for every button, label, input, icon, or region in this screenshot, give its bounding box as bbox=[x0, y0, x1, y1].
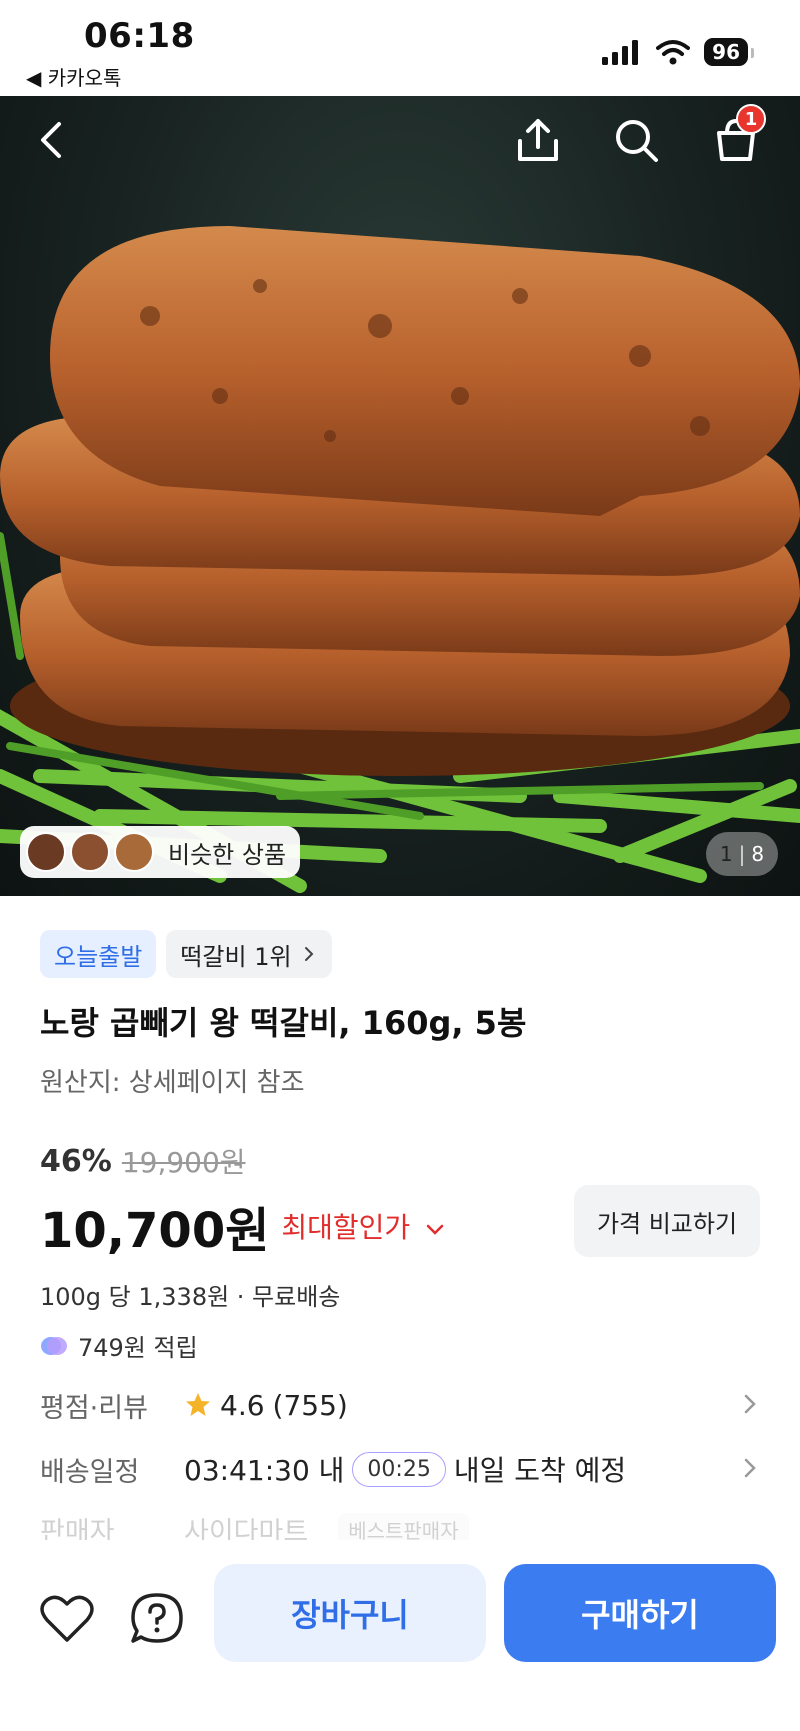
back-to-app-link[interactable]: ◀ 카카오톡 bbox=[26, 62, 121, 91]
original-price: 19,900원 bbox=[121, 1146, 246, 1179]
star-icon bbox=[186, 1393, 210, 1416]
max-discount-toggle[interactable]: 최대할인가 bbox=[281, 1206, 445, 1246]
buy-now-button[interactable]: 구매하기 bbox=[504, 1564, 776, 1662]
similar-thumb bbox=[70, 832, 110, 872]
image-page-indicator: 1 | 8 bbox=[706, 832, 778, 876]
bottom-action-bar: 장바구니 구매하기 bbox=[0, 1540, 800, 1731]
rating-value-group: 4.6 (755) bbox=[184, 1389, 348, 1422]
battery-indicator: 96 bbox=[704, 38, 754, 66]
heart-icon bbox=[40, 1595, 94, 1642]
delivery-cutoff: 03:41:30 내 bbox=[184, 1454, 345, 1487]
review-count: (755) bbox=[272, 1388, 348, 1422]
product-tags: 오늘출발 떡갈비 1위 bbox=[40, 930, 760, 978]
product-info: 오늘출발 떡갈비 1위 노랑 곱빼기 왕 떡갈비, 160g, 5봉 원산지: … bbox=[0, 896, 800, 1363]
delivery-label: 배송일정 bbox=[40, 1456, 140, 1488]
discount-percent: 46% bbox=[40, 1143, 112, 1179]
wifi-icon bbox=[656, 40, 691, 65]
status-icons: 96 bbox=[602, 38, 754, 66]
add-to-cart-button[interactable]: 장바구니 bbox=[214, 1564, 486, 1662]
share-button[interactable] bbox=[510, 112, 566, 168]
product-title: 노랑 곱빼기 왕 떡갈비, 160g, 5봉 bbox=[40, 1004, 527, 1042]
signal-icon bbox=[602, 40, 639, 65]
back-button[interactable] bbox=[24, 112, 80, 168]
wishlist-button[interactable] bbox=[32, 1584, 102, 1654]
delivery-eta: 내일 도착 예정 bbox=[453, 1454, 627, 1487]
reward-points: 749원 적립 bbox=[40, 1328, 760, 1363]
status-bar: 06:18 ◀ 카카오톡 96 bbox=[0, 0, 800, 96]
similar-products-label: 비슷한 상품 bbox=[168, 840, 287, 869]
discount-row: 46% 19,900원 bbox=[40, 1141, 760, 1181]
help-button[interactable] bbox=[122, 1584, 192, 1654]
chevron-left-icon bbox=[41, 122, 61, 158]
rating-label: 평점·리뷰 bbox=[40, 1392, 148, 1424]
points-icon bbox=[41, 1336, 67, 1355]
page-current: 1 bbox=[719, 842, 733, 866]
product-image-carousel[interactable]: 1 비슷한 상품 1 | 8 bbox=[0, 96, 800, 896]
delivery-schedule-row[interactable]: 배송일정 03:41:30 내 00:25 내일 도착 예정 bbox=[40, 1444, 760, 1494]
rating-review-row[interactable]: 평점·리뷰 4.6 (755) bbox=[40, 1380, 760, 1430]
cart-button[interactable]: 1 bbox=[708, 104, 766, 168]
similar-thumb bbox=[114, 832, 154, 872]
similar-products-chip[interactable]: 비슷한 상품 bbox=[20, 826, 301, 878]
sale-price: 10,700원 bbox=[40, 1203, 270, 1259]
cart-count-badge: 1 bbox=[736, 104, 766, 134]
hero-toolbar: 1 bbox=[0, 96, 800, 186]
chevron-right-icon bbox=[304, 947, 313, 961]
delivery-timer: 00:25 bbox=[352, 1451, 446, 1487]
page-total: 8 bbox=[751, 842, 765, 866]
search-icon bbox=[616, 120, 658, 162]
tag-ranking-label: 떡갈비 1위 bbox=[180, 942, 292, 971]
product-origin: 원산지: 상세페이지 참조 bbox=[40, 1068, 305, 1098]
search-button[interactable] bbox=[608, 112, 664, 168]
tag-today-ship: 오늘출발 bbox=[40, 930, 157, 978]
product-photo bbox=[0, 226, 800, 893]
share-icon bbox=[518, 119, 558, 161]
delivery-value-group: 03:41:30 내 00:25 내일 도착 예정 bbox=[184, 1449, 626, 1489]
rating-value: 4.6 bbox=[220, 1388, 265, 1422]
unit-price-shipping: 100g 당 1,338원 · 무료배송 bbox=[40, 1283, 341, 1311]
similar-thumb bbox=[26, 832, 66, 872]
reward-points-text: 749원 적립 bbox=[78, 1334, 198, 1362]
tag-ranking[interactable]: 떡갈비 1위 bbox=[166, 930, 332, 978]
chevron-down-icon bbox=[426, 1224, 444, 1235]
question-bubble-icon bbox=[131, 1593, 183, 1643]
chevron-right-icon bbox=[744, 1458, 756, 1478]
max-discount-label: 최대할인가 bbox=[281, 1211, 411, 1244]
price-compare-button[interactable]: 가격 비교하기 bbox=[574, 1185, 760, 1257]
status-time: 06:18 bbox=[84, 16, 195, 56]
chevron-right-icon bbox=[744, 1394, 756, 1414]
price-row: 10,700원 최대할인가 가격 비교하기 bbox=[40, 1185, 760, 1261]
